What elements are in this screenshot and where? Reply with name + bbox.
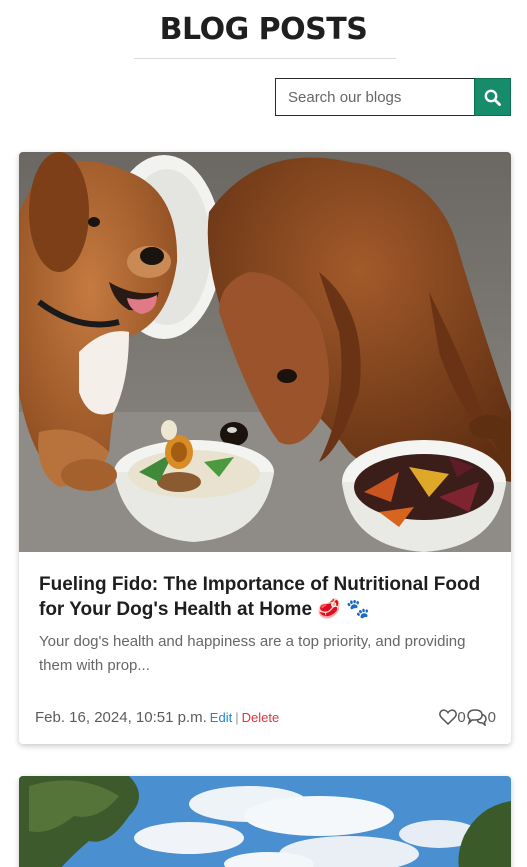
search-icon [484, 89, 501, 106]
post-title[interactable]: Fueling Fido: The Importance of Nutritio… [39, 572, 494, 622]
post-card[interactable]: Fueling Fido: The Importance of Nutritio… [19, 152, 511, 744]
post-meta: Feb. 16, 2024, 10:51 p.m. Edit | Delete [35, 709, 279, 726]
edit-link[interactable]: Edit [210, 710, 232, 725]
heart-icon[interactable] [439, 709, 458, 725]
post-image[interactable] [19, 152, 511, 552]
like-stat[interactable]: 0 [439, 708, 466, 726]
search-button[interactable] [474, 78, 511, 116]
title-divider [134, 58, 396, 59]
comment-count: 0 [487, 708, 496, 726]
page-title: BLOG POSTS [159, 12, 368, 47]
search-form [275, 78, 511, 116]
like-count: 0 [457, 708, 466, 726]
post-stats: 0 0 [439, 708, 496, 726]
post-card[interactable] [19, 776, 511, 867]
search-input[interactable] [275, 78, 474, 116]
comments-icon[interactable] [466, 708, 488, 726]
delete-link[interactable]: Delete [242, 710, 280, 725]
post-date: Feb. 16, 2024, 10:51 p.m. [35, 709, 207, 726]
separator: | [235, 710, 239, 725]
comment-stat[interactable]: 0 [466, 708, 496, 726]
post-image[interactable] [19, 776, 511, 867]
post-excerpt: Your dog's health and happiness are a to… [39, 633, 466, 674]
